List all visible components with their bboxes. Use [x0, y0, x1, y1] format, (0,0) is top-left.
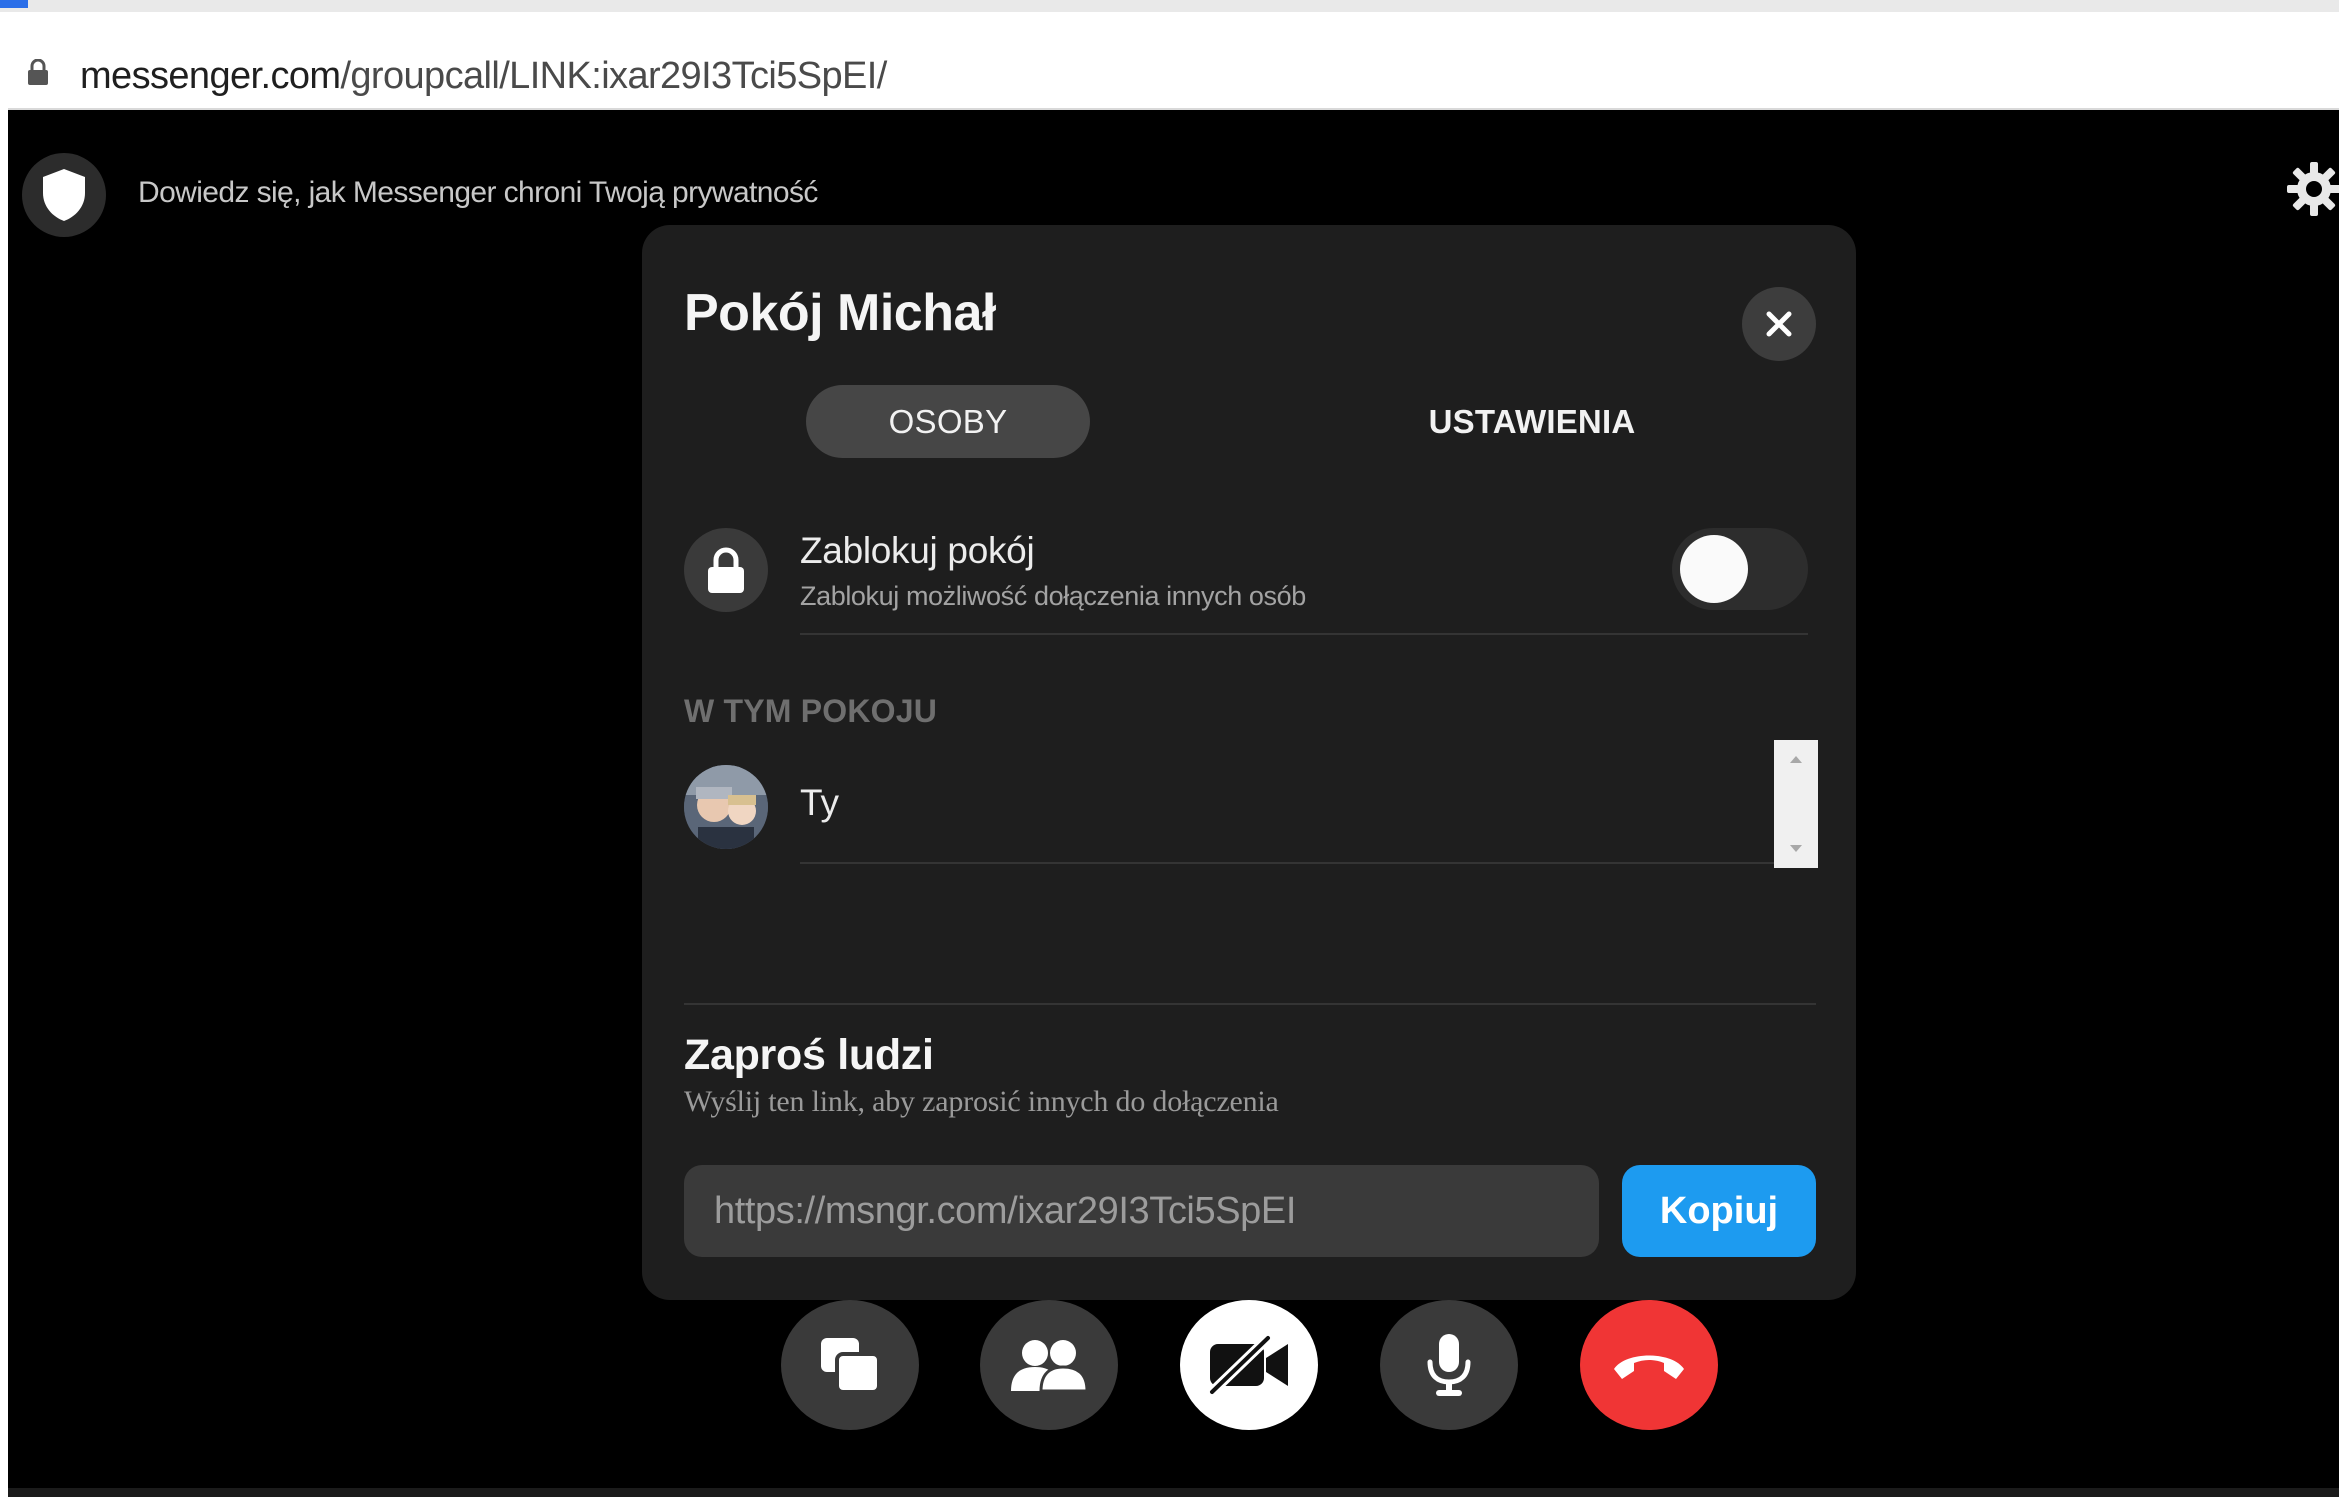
- lock-room-toggle[interactable]: [1672, 528, 1808, 610]
- close-button[interactable]: [1742, 287, 1816, 361]
- gear-icon[interactable]: [2285, 160, 2339, 218]
- people-button[interactable]: [980, 1300, 1118, 1430]
- hang-up-button[interactable]: [1580, 1300, 1718, 1430]
- microphone-icon: [1427, 1334, 1471, 1396]
- room-title: Pokój Michał: [684, 284, 996, 342]
- shield-icon: [43, 169, 85, 221]
- divider: [800, 862, 1780, 864]
- url-text[interactable]: messenger.com/groupcall/LINK:ixar29I3Tci…: [80, 55, 887, 98]
- participant-name: Ty: [800, 782, 840, 823]
- lock-icon: [708, 547, 744, 593]
- lock-room-title: Zablokuj pokój: [800, 530, 1035, 571]
- privacy-link[interactable]: Dowiedz się, jak Messenger chroni Twoją …: [138, 176, 818, 210]
- bottom-edge: [0, 1497, 2339, 1512]
- people-icon: [1011, 1340, 1089, 1393]
- divider: [684, 1003, 1816, 1005]
- microphone-button[interactable]: [1380, 1300, 1518, 1430]
- browser-top-strip: [0, 0, 2339, 12]
- address-bar[interactable]: messenger.com/groupcall/LINK:ixar29I3Tci…: [8, 12, 2339, 110]
- tab-people[interactable]: OSOBY: [806, 385, 1090, 458]
- invite-title: Zaproś ludzi: [684, 1031, 934, 1079]
- lock-room-icon-badge: [684, 528, 768, 612]
- camera-off-icon: [1207, 1334, 1288, 1396]
- tab-settings[interactable]: USTAWIENIA: [1382, 385, 1682, 458]
- lock-room-subtitle: Zablokuj możliwość dołączenia innych osó…: [800, 581, 1306, 611]
- toggle-knob: [1680, 535, 1748, 603]
- close-icon: [1766, 311, 1792, 337]
- room-dialog: Pokój Michał OSOBY USTAWIENIA Zablokuj p…: [642, 225, 1856, 1300]
- in-room-header: W TYM POKOJU: [684, 693, 938, 729]
- scroll-up-icon: [1790, 756, 1802, 763]
- bottom-bar: [8, 1488, 2339, 1497]
- share-screen-button[interactable]: [781, 1300, 919, 1430]
- share-screen-icon: [821, 1338, 881, 1394]
- privacy-shield-button[interactable]: [22, 153, 106, 237]
- lock-icon: [28, 59, 48, 85]
- divider: [800, 633, 1808, 635]
- invite-subtitle: Wyślij ten link, aby zaprosić innych do …: [684, 1085, 1279, 1118]
- camera-toggle-button[interactable]: [1180, 1300, 1318, 1430]
- call-stage: Dowiedz się, jak Messenger chroni Twoją …: [8, 110, 2339, 1497]
- hang-up-icon: [1614, 1355, 1684, 1379]
- url-path: /groupcall/LINK:ixar29I3Tci5SpEI/: [340, 55, 887, 97]
- scroll-down-icon: [1790, 845, 1802, 852]
- url-host: messenger.com: [80, 55, 341, 97]
- avatar: [684, 765, 768, 849]
- participants-scrollbar[interactable]: [1774, 740, 1818, 868]
- invite-link-field[interactable]: https://msngr.com/ixar29I3Tci5SpEI: [684, 1165, 1599, 1257]
- avatar-photo-icon: [684, 765, 768, 849]
- tab-indicator: [0, 0, 28, 8]
- copy-button[interactable]: Kopiuj: [1622, 1165, 1816, 1257]
